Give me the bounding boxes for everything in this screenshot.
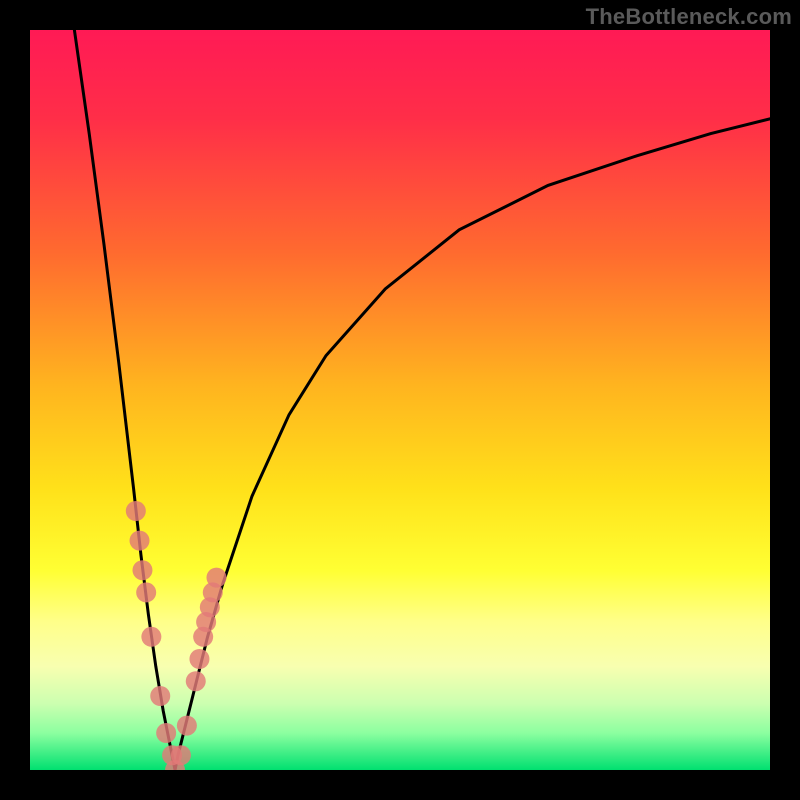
marker-point [130,531,150,551]
marker-point [171,745,191,765]
marker-point [189,649,209,669]
chart-svg [30,30,770,770]
marker-point [177,716,197,736]
gradient-background [30,30,770,770]
plot-area [30,30,770,770]
marker-point [156,723,176,743]
watermark-text: TheBottleneck.com [586,4,792,30]
marker-point [126,501,146,521]
marker-point [132,560,152,580]
marker-point [136,582,156,602]
marker-point [150,686,170,706]
marker-point [141,627,161,647]
marker-point [186,671,206,691]
marker-point [206,568,226,588]
chart-frame: TheBottleneck.com [0,0,800,800]
